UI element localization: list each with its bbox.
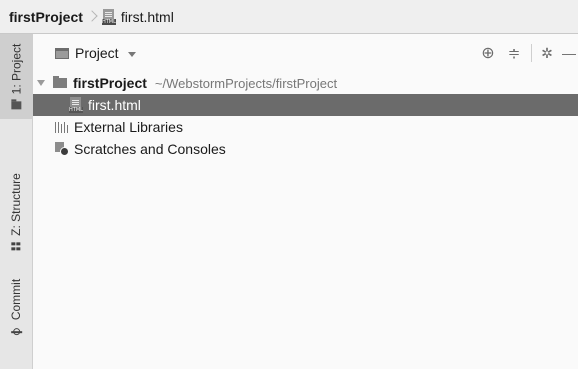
- commit-icon: [11, 326, 22, 337]
- tab-project-label: 1: Project: [9, 43, 24, 94]
- tool-window-strip: 1: Project Z: Structure Commit: [0, 34, 33, 369]
- expand-arrow-icon[interactable]: [37, 80, 45, 86]
- minimize-icon[interactable]: —: [562, 42, 578, 64]
- tree-item-root[interactable]: firstProject ~/WebstormProjects/firstPro…: [33, 72, 578, 94]
- project-tool-window: Project ⊕ ≑ ✲ — firstProject ~/WebstormP…: [33, 34, 578, 369]
- panel-toolbar: ⊕ ≑ ✲ —: [473, 34, 578, 72]
- tool-window-tab-structure[interactable]: Z: Structure: [0, 154, 32, 269]
- tool-window-tab-commit[interactable]: Commit: [0, 270, 32, 345]
- navigation-breadcrumb: firstProject HTML first.html: [0, 0, 578, 34]
- locate-file-icon[interactable]: ⊕: [477, 42, 499, 64]
- toolbar-divider: [531, 44, 532, 62]
- folder-icon: [11, 100, 22, 109]
- chevron-down-icon[interactable]: [127, 51, 136, 57]
- root-folder-path: ~/WebstormProjects/firstProject: [154, 75, 338, 91]
- project-tree: firstProject ~/WebstormProjects/firstPro…: [33, 72, 578, 160]
- tree-item-file[interactable]: HTML first.html: [33, 94, 578, 116]
- html-file-icon: HTML: [69, 97, 83, 113]
- library-icon: [55, 121, 69, 133]
- collapse-all-icon[interactable]: ≑: [503, 42, 525, 64]
- scratches-label: Scratches and Consoles: [74, 141, 226, 157]
- structure-icon: [12, 242, 21, 250]
- project-view-icon: [55, 47, 69, 59]
- breadcrumb-file[interactable]: first.html: [121, 9, 174, 25]
- tree-item-external-libraries[interactable]: External Libraries: [33, 116, 578, 138]
- gear-icon[interactable]: ✲: [536, 42, 558, 64]
- html-file-icon: HTML: [101, 8, 116, 25]
- tab-structure-label: Z: Structure: [9, 172, 23, 236]
- external-libraries-label: External Libraries: [74, 119, 183, 135]
- scratches-icon: [55, 142, 69, 156]
- tree-item-scratches[interactable]: Scratches and Consoles: [33, 138, 578, 160]
- breadcrumb-project[interactable]: firstProject: [9, 9, 83, 25]
- tab-commit-label: Commit: [9, 278, 23, 320]
- project-panel-header: Project ⊕ ≑ ✲ —: [33, 34, 578, 72]
- file-name: first.html: [88, 97, 141, 113]
- folder-icon: [53, 76, 67, 88]
- view-selector[interactable]: Project: [75, 45, 119, 61]
- tool-window-tab-project[interactable]: 1: Project: [0, 34, 32, 119]
- breadcrumb-separator: [88, 9, 96, 25]
- root-folder-name: firstProject: [73, 75, 147, 91]
